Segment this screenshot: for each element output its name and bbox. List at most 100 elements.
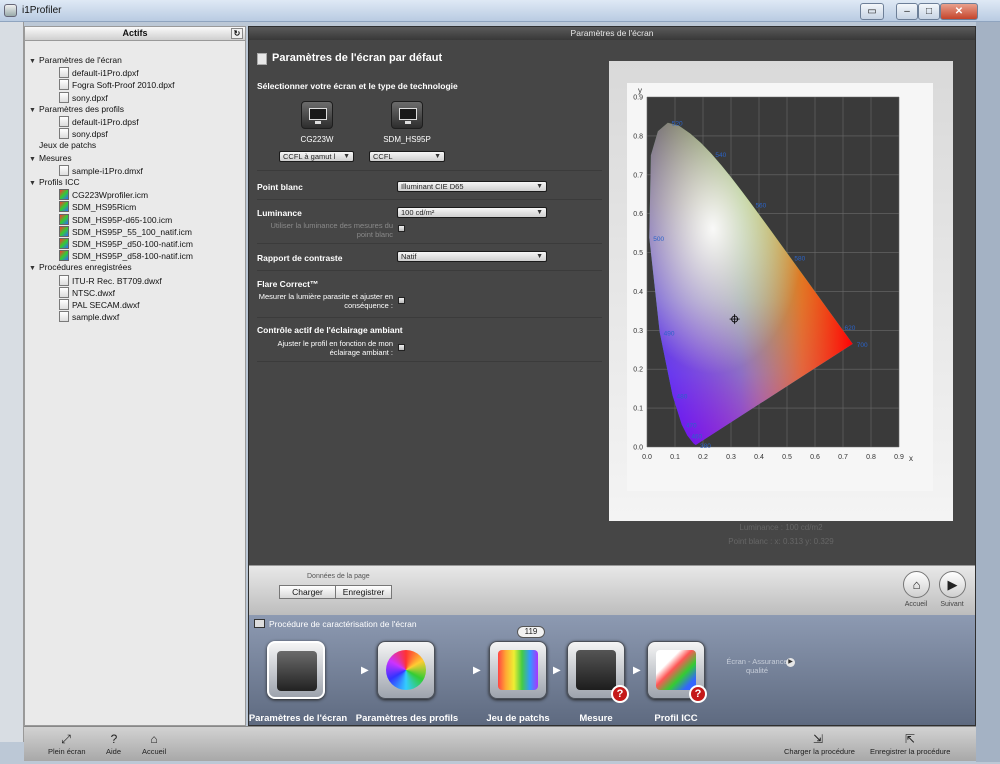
expand-arrow-icon[interactable]: ▼	[29, 265, 39, 272]
step-patch-set[interactable]	[489, 641, 547, 699]
wavelength-label: 490	[664, 330, 675, 337]
expand-arrow-icon[interactable]: ▼	[29, 107, 39, 114]
app-icon	[4, 4, 17, 17]
tree-file-item[interactable]: ITU-R Rec. BT709.dwxf	[59, 274, 162, 287]
tree-file-item[interactable]: default-i1Pro.dpxf	[59, 67, 139, 79]
tree-item-label: Paramètres de l'écran	[39, 55, 122, 65]
step-profile-settings[interactable]	[377, 641, 435, 699]
contrast-select[interactable]: Natif ▼	[397, 251, 547, 262]
monitor-name-1: CG223W	[300, 135, 334, 144]
chevron-down-icon: ▼	[343, 153, 350, 160]
divider	[257, 361, 602, 362]
icc-file-icon	[59, 213, 69, 225]
maximize-button[interactable]: □	[918, 3, 940, 20]
home-icon[interactable]: ⌂	[134, 732, 174, 746]
window-title: i1Profiler	[22, 5, 62, 16]
tree-item-label: Fogra Soft-Proof 2010.dpxf	[72, 80, 175, 91]
tree-file-item[interactable]: sony.dpsf	[59, 128, 108, 140]
tree-item-label: sample.dwxf	[72, 312, 120, 323]
flare-correct-checkbox[interactable]	[398, 297, 405, 304]
x-axis-label: x	[909, 454, 913, 463]
tree-file-item[interactable]: SDM_HS95Ricm	[59, 201, 136, 213]
tree-file-item[interactable]: default-i1Pro.dpsf	[59, 116, 139, 128]
load-button[interactable]: Charger	[279, 585, 336, 599]
minimize-button[interactable]: –	[896, 3, 918, 20]
measure-device-icon	[576, 650, 616, 690]
tree-file-item[interactable]: SDM_HS95P_55_100_natif.icm	[59, 225, 192, 238]
x-tick-label: 0.2	[698, 454, 708, 461]
tree-folder-item[interactable]: ▼ Paramètres des profils	[29, 104, 124, 116]
expand-arrow-icon[interactable]: ▼	[29, 180, 39, 187]
chevron-right-icon[interactable]: ▶	[786, 658, 795, 667]
tree-file-item[interactable]: NTSC.dwxf	[59, 286, 115, 299]
tree-folder-item[interactable]: ▼ Paramètres de l'écran	[29, 55, 122, 67]
monitor-icon[interactable]	[391, 101, 423, 129]
step-label-profile: Paramètres des profils	[355, 713, 459, 724]
tree-item-label: SDM_HS95P_d50-100-natif.icm	[72, 239, 193, 249]
luminance-select[interactable]: 100 cd/m² ▼	[397, 207, 547, 218]
flare-correct-title: Flare Correct™	[257, 279, 319, 289]
luminance-label: Luminance	[257, 208, 302, 218]
close-button[interactable]: ✕	[940, 3, 978, 20]
wavelength-label: 470	[686, 422, 697, 429]
tree-folder-item[interactable]: ▼ Profils ICC	[29, 177, 80, 189]
next-button[interactable]: ▶	[939, 571, 966, 598]
wavelength-label: 620	[844, 325, 855, 332]
expand-arrow-icon[interactable]: ▼	[29, 156, 39, 163]
help-icon[interactable]: ?	[94, 732, 134, 746]
restore-icon[interactable]: ▭	[860, 3, 884, 20]
file-icon	[59, 91, 69, 103]
patch-grid-icon	[498, 650, 538, 690]
divider	[257, 170, 602, 171]
white-point-select[interactable]: Illuminant CIE D65 ▼	[397, 181, 547, 192]
monitor-2-tech-select[interactable]: CCFL ▼	[369, 151, 445, 162]
file-icon	[59, 311, 69, 323]
tree-item-label: SDM_HS95P-d65-100.icm	[72, 214, 173, 225]
assets-sidebar: Actifs ↻ ▼ Paramètres de l'écran default-i…	[24, 26, 246, 726]
tree-item-label: default-i1Pro.dpxf	[72, 68, 139, 79]
chromaticity-chart: 0.0 0.1 0.2 0.3 0.4 0.5 0.6 0.7 0.8 0.9 0.0 0.1 0.2 0…	[627, 83, 933, 491]
tree-item-label: Profils ICC	[39, 177, 80, 187]
refresh-icon[interactable]: ↻	[231, 28, 243, 39]
fullscreen-label[interactable]: Plein écran	[48, 747, 86, 756]
tree-folder-item[interactable]: ▼ Procédures enregistrées	[29, 262, 132, 274]
y-tick-label: 0.6	[633, 211, 643, 218]
luminance-measure-checkbox[interactable]	[398, 225, 405, 232]
step-display-settings[interactable]	[267, 641, 325, 699]
tree-file-item[interactable]: sample-i1Pro.dmxf	[59, 164, 143, 177]
background-window-strip	[0, 22, 24, 742]
ambient-control-checkbox[interactable]	[398, 344, 405, 351]
home-button[interactable]: ⌂	[903, 571, 930, 598]
main-header: Paramètres de l'écran	[249, 27, 975, 40]
load-procedure-icon[interactable]: ⇲	[798, 732, 838, 746]
tree-file-item[interactable]: Fogra Soft-Proof 2010.dpxf	[59, 79, 175, 91]
tree-file-item[interactable]: sony.dpxf	[59, 91, 108, 104]
save-procedure-label[interactable]: Enregistrer la procédure	[870, 747, 950, 756]
tree-item-label: Mesures	[39, 152, 72, 163]
tree-file-item[interactable]: PAL SECAM.dwxf	[59, 299, 140, 311]
tree-file-item[interactable]: SDM_HS95P_d50-100-natif.icm	[59, 238, 193, 250]
monitor-icon[interactable]	[301, 101, 333, 129]
tree-folder-item[interactable]: Jeux de patchs	[29, 140, 96, 152]
title-bar: i1Profiler ▭ – □ ✕	[0, 0, 1000, 22]
warning-badge: ?	[611, 685, 629, 703]
tree-folder-item[interactable]: ▼ Mesures	[29, 153, 72, 165]
load-procedure-label[interactable]: Charger la procédure	[784, 747, 855, 756]
wavelength-label: 460	[691, 433, 702, 440]
y-tick-label: 0.7	[633, 172, 643, 179]
tree-file-item[interactable]: CG223Wprofiler.icm	[59, 189, 148, 201]
home-label[interactable]: Accueil	[142, 747, 166, 756]
expand-arrow-icon[interactable]: ▼	[29, 58, 39, 65]
save-procedure-icon[interactable]: ⇱	[890, 732, 930, 746]
wavelength-label: 700	[857, 342, 868, 349]
chevron-right-icon: ▶	[633, 665, 641, 676]
tree-file-item[interactable]: SDM_HS95P_d58-100-natif.icm	[59, 250, 193, 262]
monitor-1-tech-select[interactable]: CCFL à gamut l ▼	[279, 151, 354, 162]
sidebar-header: Actifs ↻	[25, 27, 245, 41]
tree-item-label: sony.dpxf	[72, 92, 108, 103]
help-label[interactable]: Aide	[106, 747, 121, 756]
fullscreen-icon[interactable]: ⤢	[46, 732, 86, 747]
save-button[interactable]: Enregistrer	[335, 585, 392, 599]
tree-file-item[interactable]: SDM_HS95P-d65-100.icm	[59, 213, 173, 226]
tree-file-item[interactable]: sample.dwxf	[59, 311, 119, 323]
